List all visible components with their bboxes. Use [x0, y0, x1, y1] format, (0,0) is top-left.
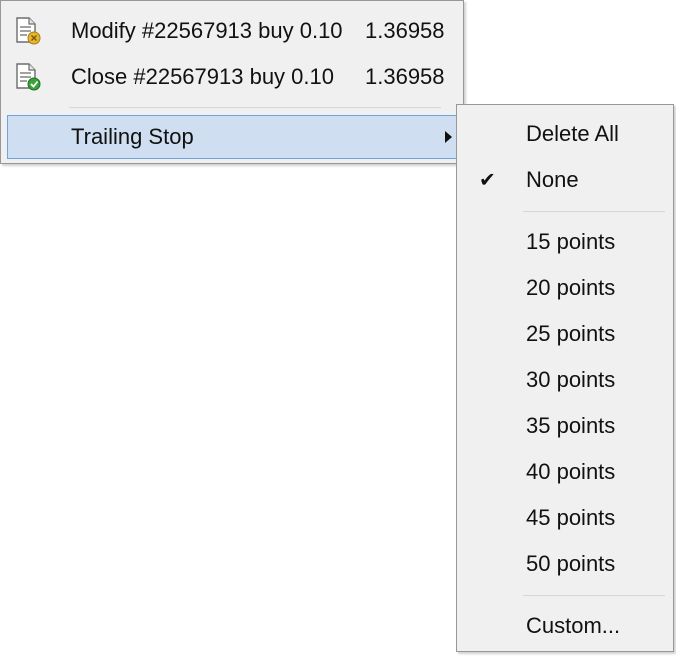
submenu-item-label: 40 points: [526, 459, 616, 484]
submenu-item-20-points[interactable]: 20 points: [457, 266, 673, 310]
trailing-stop-label: Trailing Stop: [71, 124, 194, 149]
close-order-menu-item[interactable]: Close #22567913 buy 0.10 1.36958: [1, 54, 463, 100]
submenu-item-label: 15 points: [526, 229, 616, 254]
submenu-item-30-points[interactable]: 30 points: [457, 358, 673, 402]
submenu-item-label: 25 points: [526, 321, 616, 346]
modify-order-icon: [13, 16, 43, 46]
submenu-item-35-points[interactable]: 35 points: [457, 404, 673, 448]
submenu-item-15-points[interactable]: 15 points: [457, 220, 673, 264]
submenu-item-label: Delete All: [526, 121, 619, 146]
close-order-price: 1.36958: [365, 64, 445, 89]
submenu-item-delete-all[interactable]: Delete All: [457, 112, 673, 156]
screen: Modify #22567913 buy 0.10 1.36958 Close …: [0, 0, 676, 656]
submenu-item-50-points[interactable]: 50 points: [457, 542, 673, 586]
submenu-arrow-icon: [445, 131, 452, 143]
submenu-item-40-points[interactable]: 40 points: [457, 450, 673, 494]
trailing-stop-menu-item[interactable]: Trailing Stop: [7, 115, 459, 159]
submenu-item-label: None: [526, 167, 579, 192]
submenu-item-custom[interactable]: Custom...: [457, 604, 673, 648]
close-order-icon: [13, 62, 43, 92]
submenu-item-label: 30 points: [526, 367, 616, 392]
modify-order-menu-item[interactable]: Modify #22567913 buy 0.10 1.36958: [1, 8, 463, 54]
submenu-item-label: 20 points: [526, 275, 616, 300]
submenu-item-label: Custom...: [526, 613, 621, 638]
trailing-stop-submenu: Delete All ✔ None 15 points 20 points 25…: [456, 104, 674, 652]
submenu-item-label: 50 points: [526, 551, 616, 576]
order-context-menu: Modify #22567913 buy 0.10 1.36958 Close …: [0, 0, 464, 164]
checkmark-icon: ✔: [479, 169, 496, 192]
submenu-item-25-points[interactable]: 25 points: [457, 312, 673, 356]
submenu-item-label: 35 points: [526, 413, 616, 438]
modify-order-price: 1.36958: [365, 18, 445, 43]
submenu-item-label: 45 points: [526, 505, 616, 530]
close-order-label: Close #22567913 buy 0.10: [71, 64, 334, 89]
modify-order-label: Modify #22567913 buy 0.10: [71, 18, 343, 43]
menu-separator: [69, 107, 441, 108]
submenu-separator: [523, 211, 665, 212]
submenu-item-none[interactable]: ✔ None: [457, 158, 673, 202]
submenu-item-45-points[interactable]: 45 points: [457, 496, 673, 540]
submenu-separator: [523, 595, 665, 596]
